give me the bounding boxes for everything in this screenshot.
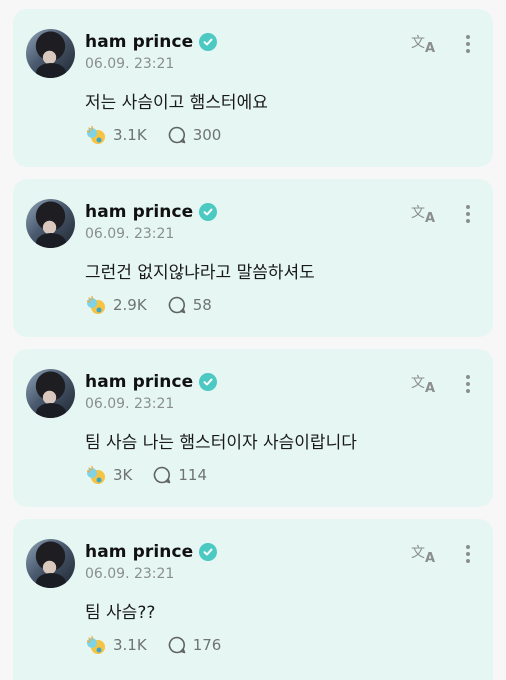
- reaction-button[interactable]: 3K: [85, 464, 132, 486]
- translate-button[interactable]: 文 A: [411, 371, 439, 396]
- comment-bubble-icon: [168, 296, 186, 314]
- translate-button[interactable]: 文 A: [411, 201, 439, 226]
- translate-icon: 文 A: [411, 35, 435, 56]
- svg-text:A: A: [425, 381, 435, 395]
- reaction-emoji-icon: [86, 295, 105, 314]
- avatar[interactable]: [26, 29, 75, 78]
- post-card[interactable]: ham prince 06.09. 23:21 그런건 없지않냐라고 말씀하셔도…: [13, 179, 493, 337]
- post-actions: 3K 114: [85, 464, 207, 486]
- more-options-button[interactable]: [461, 543, 475, 567]
- svg-text:文: 文: [411, 545, 425, 561]
- reaction-count: 3.1K: [113, 126, 147, 144]
- svg-text:文: 文: [411, 205, 425, 221]
- avatar[interactable]: [26, 539, 75, 588]
- comment-count: 114: [178, 466, 208, 484]
- comment-button[interactable]: 114: [152, 465, 207, 485]
- author-row: ham prince: [85, 30, 218, 54]
- comment-button[interactable]: 58: [167, 295, 212, 315]
- post-card[interactable]: ham prince 06.09. 23:21 팀 사슴 나는 햄스터이자 사슴…: [13, 349, 493, 507]
- post-card[interactable]: ham prince 06.09. 23:21 팀 사슴?? 3.1K 176 …: [13, 519, 493, 680]
- comment-bubble-icon: [168, 636, 186, 654]
- post-text: 그런건 없지않냐라고 말씀하셔도: [85, 263, 315, 283]
- translate-icon: 文 A: [411, 545, 435, 566]
- reaction-count: 3K: [113, 466, 133, 484]
- comment-button[interactable]: 300: [167, 125, 222, 145]
- post-text: 팀 사슴??: [85, 603, 156, 623]
- reaction-emoji-icon: [86, 465, 105, 484]
- author-row: ham prince: [85, 200, 218, 224]
- post-feed: ham prince 06.09. 23:21 저는 사슴이고 햄스터에요 3.…: [0, 0, 506, 680]
- translate-button[interactable]: 文 A: [411, 541, 439, 566]
- comment-button[interactable]: 176: [167, 635, 222, 655]
- svg-text:A: A: [425, 211, 435, 225]
- svg-text:A: A: [425, 551, 435, 565]
- post-timestamp: 06.09. 23:21: [85, 56, 175, 72]
- svg-text:文: 文: [411, 35, 425, 51]
- comment-bubble-icon: [154, 466, 171, 484]
- post-timestamp: 06.09. 23:21: [85, 396, 175, 412]
- author-name[interactable]: ham prince: [85, 372, 193, 392]
- svg-text:文: 文: [411, 375, 425, 391]
- post-card[interactable]: ham prince 06.09. 23:21 저는 사슴이고 햄스터에요 3.…: [13, 9, 493, 167]
- comment-count: 176: [192, 636, 222, 654]
- comment-bubble-icon: [168, 126, 186, 144]
- author-name[interactable]: ham prince: [85, 202, 193, 222]
- translate-icon: 文 A: [411, 205, 435, 226]
- more-options-button[interactable]: [461, 203, 475, 227]
- post-text: 저는 사슴이고 햄스터에요: [85, 93, 268, 113]
- post-timestamp: 06.09. 23:21: [85, 226, 175, 242]
- post-actions: 2.9K 58: [85, 294, 212, 316]
- post-timestamp: 06.09. 23:21: [85, 566, 175, 582]
- post-text: 팀 사슴 나는 햄스터이자 사슴이랍니다: [85, 433, 357, 453]
- author-name[interactable]: ham prince: [85, 32, 193, 52]
- svg-text:A: A: [425, 41, 435, 55]
- author-row: ham prince: [85, 370, 218, 394]
- avatar[interactable]: [26, 369, 75, 418]
- verified-badge-icon: [199, 203, 218, 221]
- comment-count: 58: [192, 296, 212, 314]
- author-row: ham prince: [85, 540, 218, 564]
- verified-badge-icon: [199, 33, 218, 51]
- avatar[interactable]: [26, 199, 75, 248]
- comment-count: 300: [192, 126, 222, 144]
- translate-button[interactable]: 文 A: [411, 31, 439, 56]
- more-options-button[interactable]: [461, 33, 475, 57]
- author-name[interactable]: ham prince: [85, 542, 193, 562]
- post-actions: 3.1K 176: [85, 634, 221, 656]
- post-actions: 3.1K 300: [85, 124, 221, 146]
- reaction-emoji-icon: [86, 635, 105, 654]
- reaction-button[interactable]: 3.1K: [85, 124, 147, 146]
- reaction-button[interactable]: 2.9K: [85, 294, 147, 316]
- reaction-emoji-icon: [86, 125, 105, 144]
- reaction-count: 2.9K: [113, 296, 147, 314]
- translate-icon: 文 A: [411, 375, 435, 396]
- verified-badge-icon: [199, 543, 218, 561]
- reaction-count: 3.1K: [113, 636, 147, 654]
- verified-badge-icon: [199, 373, 218, 391]
- more-options-button[interactable]: [461, 373, 475, 397]
- reaction-button[interactable]: 3.1K: [85, 634, 147, 656]
